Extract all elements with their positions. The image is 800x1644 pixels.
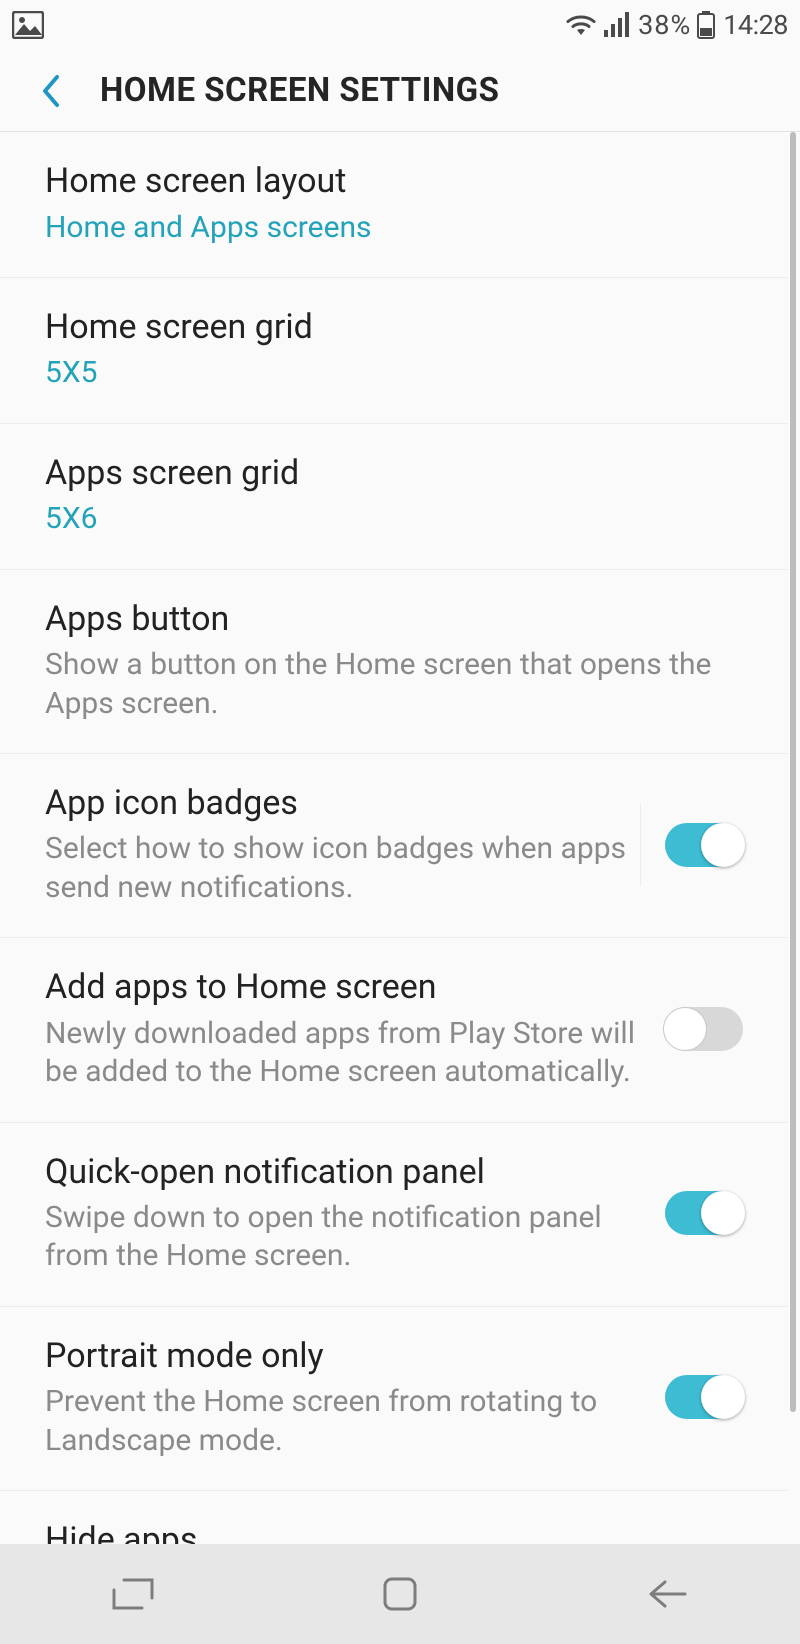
toggle-switch[interactable] (665, 823, 743, 867)
settings-item-5[interactable]: Add apps to Home screen Newly downloaded … (0, 938, 788, 1122)
item-subtitle: Prevent the Home screen from rotating to… (45, 1383, 641, 1460)
item-title: Hide apps (45, 1519, 743, 1544)
item-subtitle: Newly downloaded apps from Play Store wi… (45, 1015, 641, 1092)
item-title: Home screen layout (45, 160, 743, 203)
item-title: Home screen grid (45, 306, 743, 349)
toggle-switch[interactable] (665, 1375, 743, 1419)
settings-item-3[interactable]: Apps button Show a button on the Home scr… (0, 570, 788, 754)
settings-item-0[interactable]: Home screen layout Home and Apps screens (0, 132, 788, 278)
settings-item-1[interactable]: Home screen grid 5X5 (0, 278, 788, 424)
settings-item-4[interactable]: App icon badges Select how to show icon b… (0, 754, 788, 938)
home-icon (383, 1577, 417, 1611)
item-title: App icon badges (45, 782, 640, 825)
toggle-switch[interactable] (665, 1007, 743, 1051)
wifi-icon (564, 12, 598, 38)
scrollbar[interactable] (790, 132, 796, 1412)
page-title: HOME SCREEN SETTINGS (100, 71, 499, 110)
item-subtitle: 5X6 (45, 500, 743, 538)
clock: 14:28 (723, 9, 788, 41)
recents-icon (112, 1578, 154, 1610)
item-title: Add apps to Home screen (45, 966, 641, 1009)
signal-icon (604, 12, 632, 38)
battery-icon (697, 11, 715, 39)
item-subtitle: Show a button on the Home screen that op… (45, 646, 743, 723)
item-title: Apps button (45, 598, 743, 641)
picture-icon (12, 11, 44, 39)
settings-item-8[interactable]: Hide apps (0, 1491, 788, 1544)
status-bar: 38% 14:28 (0, 0, 800, 50)
back-button[interactable] (32, 72, 70, 110)
item-subtitle: Home and Apps screens (45, 209, 743, 247)
back-icon (647, 1578, 687, 1610)
battery-percent: 38% (638, 9, 691, 41)
settings-item-7[interactable]: Portrait mode only Prevent the Home scree… (0, 1307, 788, 1491)
home-button[interactable] (365, 1571, 435, 1617)
settings-item-6[interactable]: Quick-open notification panel Swipe down … (0, 1123, 788, 1307)
item-subtitle: 5X5 (45, 354, 743, 392)
item-subtitle: Swipe down to open the notification pane… (45, 1199, 641, 1276)
item-title: Quick-open notification panel (45, 1151, 641, 1194)
chevron-left-icon (40, 73, 62, 109)
nav-back-button[interactable] (632, 1571, 702, 1617)
settings-item-2[interactable]: Apps screen grid 5X6 (0, 424, 788, 570)
recents-button[interactable] (98, 1571, 168, 1617)
item-subtitle: Select how to show icon badges when apps… (45, 830, 640, 907)
item-title: Portrait mode only (45, 1335, 641, 1378)
navigation-bar (0, 1544, 800, 1644)
item-title: Apps screen grid (45, 452, 743, 495)
settings-list: Home screen layoutHome and Apps screensH… (0, 132, 788, 1544)
title-bar: HOME SCREEN SETTINGS (0, 50, 800, 132)
toggle-switch[interactable] (665, 1191, 743, 1235)
